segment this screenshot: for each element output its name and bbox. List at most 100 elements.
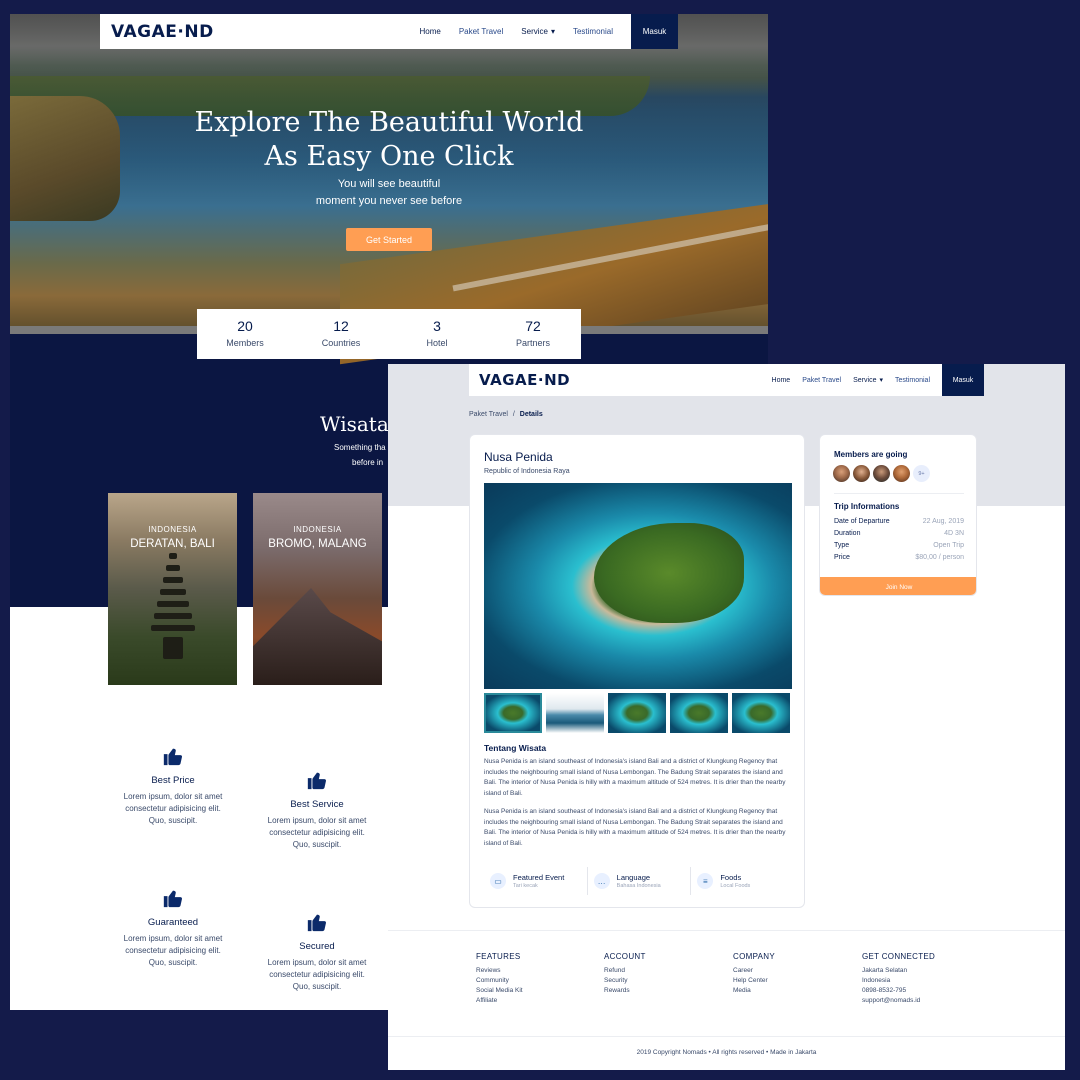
details-page: VAGAE·ND Home Paket Travel Service ▾ Test…	[388, 364, 1065, 1070]
footer-divider	[388, 930, 1065, 931]
hero-subtitle: You will see beautiful moment you never …	[10, 176, 768, 210]
trip-value: 4D 3N	[944, 530, 964, 537]
nav-links: Home Paket Travel Service ▾ Testimonial	[419, 27, 631, 36]
nav-service[interactable]: Service ▾	[853, 376, 883, 384]
trip-key: Price	[834, 554, 850, 561]
navbar: VAGAE·ND Home Paket Travel Service ▾ Test…	[100, 14, 678, 49]
main-gallery-image	[484, 483, 792, 689]
footer-text: Indonesia	[862, 977, 891, 984]
feature-sub: Bahasa Indonesia	[616, 883, 661, 889]
feature-desc-line: consectetur adipisicing elit.	[125, 804, 221, 813]
footer-link[interactable]: Social Media Kit	[476, 987, 523, 994]
trip-value: Open Trip	[933, 542, 964, 549]
feature-best-price: Best Price Lorem ipsum, dolor sit amet c…	[118, 744, 228, 827]
feature-name: Secured	[299, 941, 335, 952]
gallery-thumbnail[interactable]	[670, 693, 728, 733]
feature-name: Best Service	[290, 799, 344, 810]
island-illustration	[594, 523, 744, 623]
nav-service[interactable]: Service ▾	[521, 27, 555, 36]
footer-col-account: ACCOUNT Refund Security Rewards	[604, 952, 646, 994]
about-paragraph: Nusa Penida is an island southeast of In…	[484, 758, 786, 797]
more-members-badge[interactable]: 9+	[913, 465, 930, 482]
stat-partners: 72 Partners	[485, 309, 581, 359]
feature-desc-line: consectetur adipisicing elit.	[269, 970, 365, 979]
trip-row-departure: Date of Departure 22 Aug, 2019	[834, 518, 964, 525]
feature-name: Best Price	[151, 775, 195, 786]
footer-link[interactable]: Reviews	[476, 967, 523, 974]
about-title: Tentang Wisata	[484, 743, 547, 753]
caret-down-icon: ▾	[550, 27, 555, 36]
footer-text[interactable]: support@nomads.id	[862, 997, 935, 1004]
stats-bar: 20 Members 12 Countries 3 Hotel 72 Partn…	[197, 309, 581, 359]
footer-link[interactable]: Refund	[604, 967, 646, 974]
footer-text[interactable]: 0898-8532-795	[862, 987, 935, 994]
hero-sub-line1: You will see beautiful	[337, 178, 441, 190]
logo[interactable]: VAGAE·ND	[111, 22, 214, 42]
footer-col-connected: GET CONNECTED Jakarta Selatan Indonesia …	[862, 952, 935, 1004]
members-title: Members are going	[834, 450, 908, 459]
details-card: Nusa Penida Republic of Indonesia Raya T…	[469, 434, 805, 908]
gallery-thumbnail[interactable]	[608, 693, 666, 733]
masuk-button[interactable]: Masuk	[942, 364, 984, 396]
pagoda-illustration	[150, 553, 195, 663]
volcano-illustration	[253, 588, 382, 685]
feature-desc-line: Lorem ipsum, dolor sit amet	[267, 958, 367, 967]
nav-service-label: Service	[521, 27, 548, 36]
hero-title: Explore The Beautiful World As Easy One …	[10, 106, 768, 174]
footer-link[interactable]: Media	[733, 987, 775, 994]
breadcrumb-parent[interactable]: Paket Travel	[469, 411, 508, 418]
hero-title-line2: As Easy One Click	[264, 141, 514, 172]
nav-service-label: Service	[853, 377, 877, 384]
footer-link[interactable]: Rewards	[604, 987, 646, 994]
avatar[interactable]	[893, 465, 910, 482]
gallery-thumbnail[interactable]	[546, 693, 604, 733]
masuk-button[interactable]: Masuk	[631, 14, 678, 49]
feature-desc-line: Quo, suscipit.	[148, 816, 198, 825]
feature-secured: Secured Lorem ipsum, dolor sit amet cons…	[262, 910, 372, 993]
divider	[834, 493, 964, 494]
wisata-subtitle: Something tha before in	[334, 440, 386, 470]
avatar[interactable]	[833, 465, 850, 482]
destination-card-deratan[interactable]: INDONESIA DERATAN, BALI	[108, 493, 237, 685]
footer-heading: GET CONNECTED	[862, 952, 936, 961]
thumbs-up-icon	[307, 772, 327, 790]
feature-desc: Lorem ipsum, dolor sit amet consectetur …	[118, 791, 228, 827]
logo[interactable]: VAGAE·ND	[479, 371, 570, 389]
join-now-button[interactable]: Join Now	[820, 577, 976, 595]
nav-testimonial[interactable]: Testimonial	[573, 27, 613, 36]
avatar[interactable]	[873, 465, 890, 482]
feature-desc-line: Lorem ipsum, dolor sit amet	[267, 816, 367, 825]
nav-paket-travel[interactable]: Paket Travel	[802, 377, 841, 384]
stat-number: 72	[525, 318, 541, 334]
hero-title-line1: Explore The Beautiful World	[194, 107, 584, 138]
feature-text: Language Bahasa Indonesia	[617, 873, 661, 889]
feature-row: ▭ Featured Event Tari kecak … Language B…	[484, 867, 794, 895]
footer-link[interactable]: Help Center	[733, 977, 775, 984]
nav-paket-travel[interactable]: Paket Travel	[459, 27, 503, 36]
nav-home[interactable]: Home	[419, 27, 440, 36]
feature-desc-line: consectetur adipisicing elit.	[125, 946, 221, 955]
trip-value: 22 Aug, 2019	[922, 518, 964, 525]
thumbs-up-icon	[307, 914, 327, 932]
get-started-button[interactable]: Get Started	[346, 228, 432, 251]
feature-desc-line: Lorem ipsum, dolor sit amet	[123, 934, 223, 943]
destination-place: BROMO, MALANG	[268, 538, 367, 550]
copyright: 2019 Copyright Nomads • All rights reser…	[636, 1049, 817, 1056]
stat-number: 3	[433, 318, 441, 334]
footer-col-company: COMPANY Career Help Center Media	[733, 952, 775, 994]
gallery-thumbnail[interactable]	[484, 693, 542, 733]
feature-desc: Lorem ipsum, dolor sit amet consectetur …	[262, 957, 372, 993]
feature-guaranteed: Guaranteed Lorem ipsum, dolor sit amet c…	[118, 886, 228, 969]
avatar[interactable]	[853, 465, 870, 482]
feature-desc: Lorem ipsum, dolor sit amet consectetur …	[118, 933, 228, 969]
member-avatars: 9+	[833, 465, 930, 482]
footer-link[interactable]: Community	[476, 977, 523, 984]
destination-card-bromo[interactable]: INDONESIA BROMO, MALANG	[253, 493, 382, 685]
nav-home[interactable]: Home	[772, 377, 791, 384]
nav-testimonial[interactable]: Testimonial	[895, 377, 930, 384]
gallery-thumbnail[interactable]	[732, 693, 790, 733]
footer-link[interactable]: Career	[733, 967, 775, 974]
feature-text: Foods Local Foods	[720, 873, 750, 889]
footer-link[interactable]: Affiliate	[476, 997, 523, 1004]
footer-link[interactable]: Security	[604, 977, 646, 984]
